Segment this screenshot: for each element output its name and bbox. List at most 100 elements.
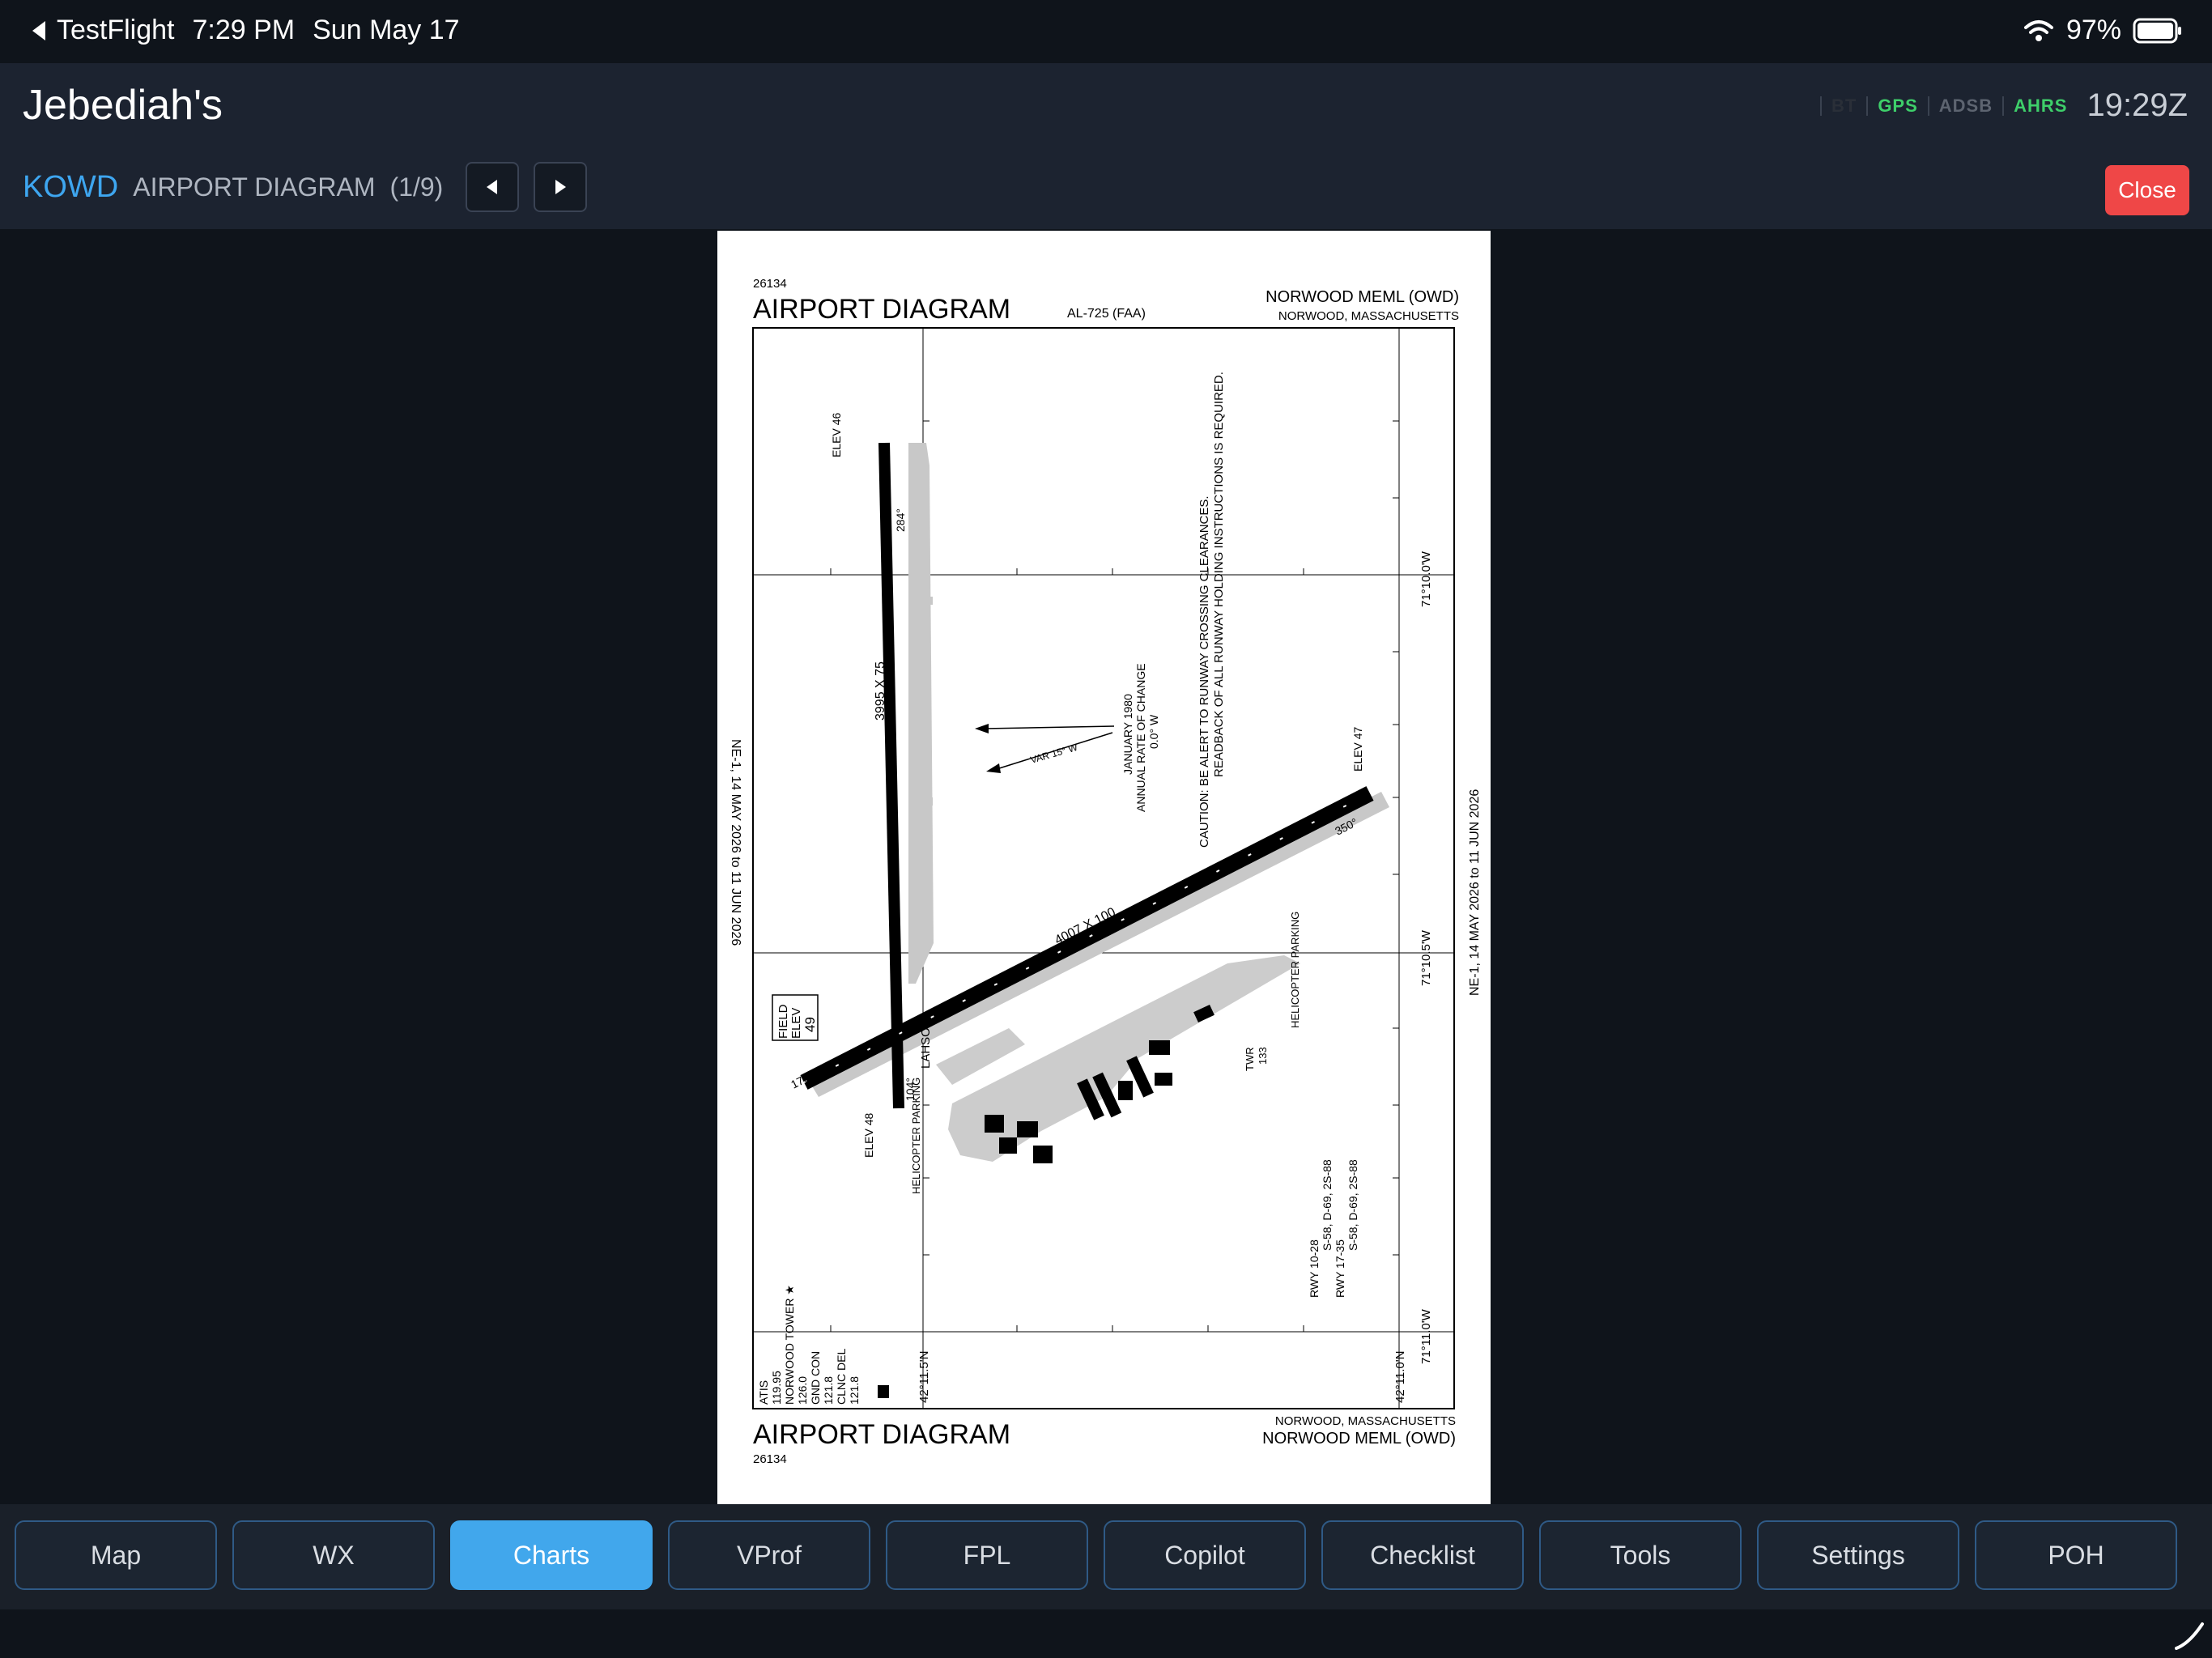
cycle-right: NE-1, 14 MAY 2026 to 11 JUN 2026 [1468, 789, 1482, 996]
next-chart-button[interactable] [534, 162, 588, 212]
longitude-top: 71°10.0'W [1419, 551, 1433, 607]
field-elev-label-1: FIELD [776, 1004, 790, 1039]
tab-wx[interactable]: WX [232, 1520, 435, 1590]
elev-48-label: ELEV 48 [862, 1113, 875, 1158]
mag-north-arrowhead [986, 763, 1001, 773]
battery-percent: 97% [2065, 15, 2121, 45]
home-bar [0, 1609, 2212, 1658]
back-to-app-button[interactable]: TestFlight [29, 15, 175, 46]
freq-clearance-value: 121.8 [848, 1376, 861, 1405]
true-north-arrowhead [975, 724, 989, 733]
chart-name: AIRPORT DIAGRAM [133, 172, 376, 202]
chart-number-top: 26134 [753, 277, 787, 291]
wifi-icon [2023, 19, 2053, 41]
latitude-left: 42°11.5'N [917, 1351, 931, 1403]
plate-title-top: AIRPORT DIAGRAM [753, 294, 1010, 325]
taxiway-f [908, 797, 933, 806]
plate-city-top: NORWOOD, MASSACHUSETTS [1278, 309, 1459, 323]
longitude-mid: 71°10.5'W [1419, 929, 1433, 986]
heli-parking-west: HELICOPTER PARKING [910, 1078, 922, 1194]
true-north-arrow [984, 725, 1115, 729]
chart-number-bottom: 26134 [753, 1452, 787, 1466]
sensor-divider [2002, 96, 2005, 116]
freq-clearance: CLNC DEL [835, 1349, 848, 1405]
runway-10-28-dimensions: 3995 X 75 [874, 661, 887, 721]
caution-line-1: CAUTION: BE ALERT TO RUNWAY CROSSING CLE… [1197, 495, 1211, 848]
elev-46-label: ELEV 46 [830, 413, 843, 457]
variation-epoch: JANUARY 1980 [1121, 694, 1134, 775]
chart-toolbar: KOWD AIRPORT DIAGRAM (1/9) [23, 162, 588, 212]
triangle-left-icon [487, 180, 498, 194]
freq-atis-value: 119.95 [770, 1371, 783, 1405]
lahso-label: LAHSO [919, 1027, 933, 1069]
heading-284-label: 284° [894, 508, 907, 532]
field-elev-label-2: ELEV [789, 1008, 803, 1039]
freq-ground-value: 121.8 [822, 1376, 835, 1405]
tab-charts[interactable]: Charts [450, 1520, 653, 1590]
rwy-17-35-strength-label: RWY 17-35 [1334, 1239, 1346, 1298]
previous-chart-button[interactable] [466, 162, 520, 212]
latitude-right: 42°11.0'N [1393, 1351, 1407, 1403]
sensor-divider [1819, 96, 1822, 116]
sensor-ahrs: AHRS [2014, 95, 2068, 116]
caution-line-2: READBACK OF ALL RUNWAY HOLDING INSTRUCTI… [1212, 372, 1226, 777]
battery-icon [2133, 18, 2181, 43]
plate-airport-name-bottom: NORWOOD MEML (OWD) [1262, 1430, 1456, 1448]
freq-atis: ATIS [757, 1380, 770, 1405]
taxiway-g [908, 597, 933, 605]
sensor-status: BT GPS ADSB AHRS 19:29Z [1819, 87, 2188, 124]
airport-diagram: 26134 AIRPORT DIAGRAM AL-725 (FAA) NORWO… [729, 277, 1482, 1466]
freq-ground: GND CON [809, 1351, 822, 1405]
chart-count: (1/9) [389, 172, 444, 202]
freq-tower: NORWOOD TOWER ★ [783, 1285, 796, 1405]
tab-copilot[interactable]: Copilot [1104, 1520, 1306, 1590]
variation-rate-value: 0.0° W [1147, 714, 1160, 749]
triangle-right-icon [555, 180, 567, 194]
tower-label: TWR [1244, 1047, 1256, 1071]
plate-title-bottom: AIRPORT DIAGRAM [753, 1419, 1010, 1450]
heli-parking-east: HELICOPTER PARKING [1289, 912, 1301, 1028]
tower-height: 133 [1257, 1047, 1269, 1065]
airport-id[interactable]: KOWD [23, 170, 118, 205]
airport-diagram-plate[interactable]: 26134 AIRPORT DIAGRAM AL-725 (FAA) NORWO… [717, 231, 1491, 1504]
freq-tower-value: 126.0 [796, 1376, 809, 1405]
rwy-10-28-strength: S-58, D-69, 2S-88 [1321, 1159, 1334, 1251]
tab-settings[interactable]: Settings [1757, 1520, 1959, 1590]
sensor-adsb: ADSB [1938, 95, 1993, 116]
pencil-stroke-icon [2175, 1622, 2204, 1650]
back-app-label: TestFlight [57, 15, 175, 45]
rwy-17-35-strength: S-58, D-69, 2S-88 [1346, 1159, 1359, 1251]
rwy-10-28-strength-label: RWY 10-28 [1308, 1239, 1321, 1298]
app-header: Jebediah's BT GPS ADSB AHRS 19:29Z KOWD … [0, 63, 2212, 229]
bottom-tab-bar: Map WX Charts VProf FPL Copilot Checklis… [0, 1504, 2212, 1609]
tab-poh[interactable]: POH [1975, 1520, 2177, 1590]
close-button[interactable]: Close [2105, 165, 2189, 215]
status-time: 7:29 PM [192, 15, 296, 45]
taxiway-b [908, 443, 934, 984]
longitude-bottom: 71°11.0'W [1419, 1308, 1433, 1364]
sensor-divider [1866, 96, 1869, 116]
plate-city-bottom: NORWOOD, MASSACHUSETTS [1275, 1414, 1456, 1428]
sensor-gps: GPS [1878, 95, 1918, 116]
tab-checklist[interactable]: Checklist [1321, 1520, 1524, 1590]
zulu-time: 19:29Z [2087, 87, 2188, 123]
status-date: Sun May 17 [313, 15, 460, 45]
tab-fpl[interactable]: FPL [886, 1520, 1088, 1590]
plate-airport-name-top: NORWOOD MEML (OWD) [1266, 288, 1459, 306]
tab-map[interactable]: Map [15, 1520, 217, 1590]
runway-10-28 [878, 442, 904, 1109]
sensor-divider [1927, 96, 1929, 116]
elev-47-label: ELEV 47 [1351, 727, 1364, 772]
status-bar: TestFlight 7:29 PM Sun May 17 97% [0, 0, 2212, 63]
field-elev-value: 49 [802, 1017, 818, 1032]
chart-viewer[interactable]: 26134 AIRPORT DIAGRAM AL-725 (FAA) NORWO… [0, 229, 2212, 1504]
variation-rate-label: ANNUAL RATE OF CHANGE [1134, 663, 1147, 812]
tab-vprof[interactable]: VProf [668, 1520, 870, 1590]
back-triangle-icon [32, 20, 45, 40]
plate-doc-id: AL-725 (FAA) [1067, 307, 1146, 321]
variation-label: VAR 15° W [1029, 742, 1079, 766]
tab-tools[interactable]: Tools [1539, 1520, 1742, 1590]
page-title: Jebediah's [23, 82, 223, 129]
sensor-bt: BT [1831, 95, 1857, 116]
d-atis-box [878, 1385, 889, 1398]
